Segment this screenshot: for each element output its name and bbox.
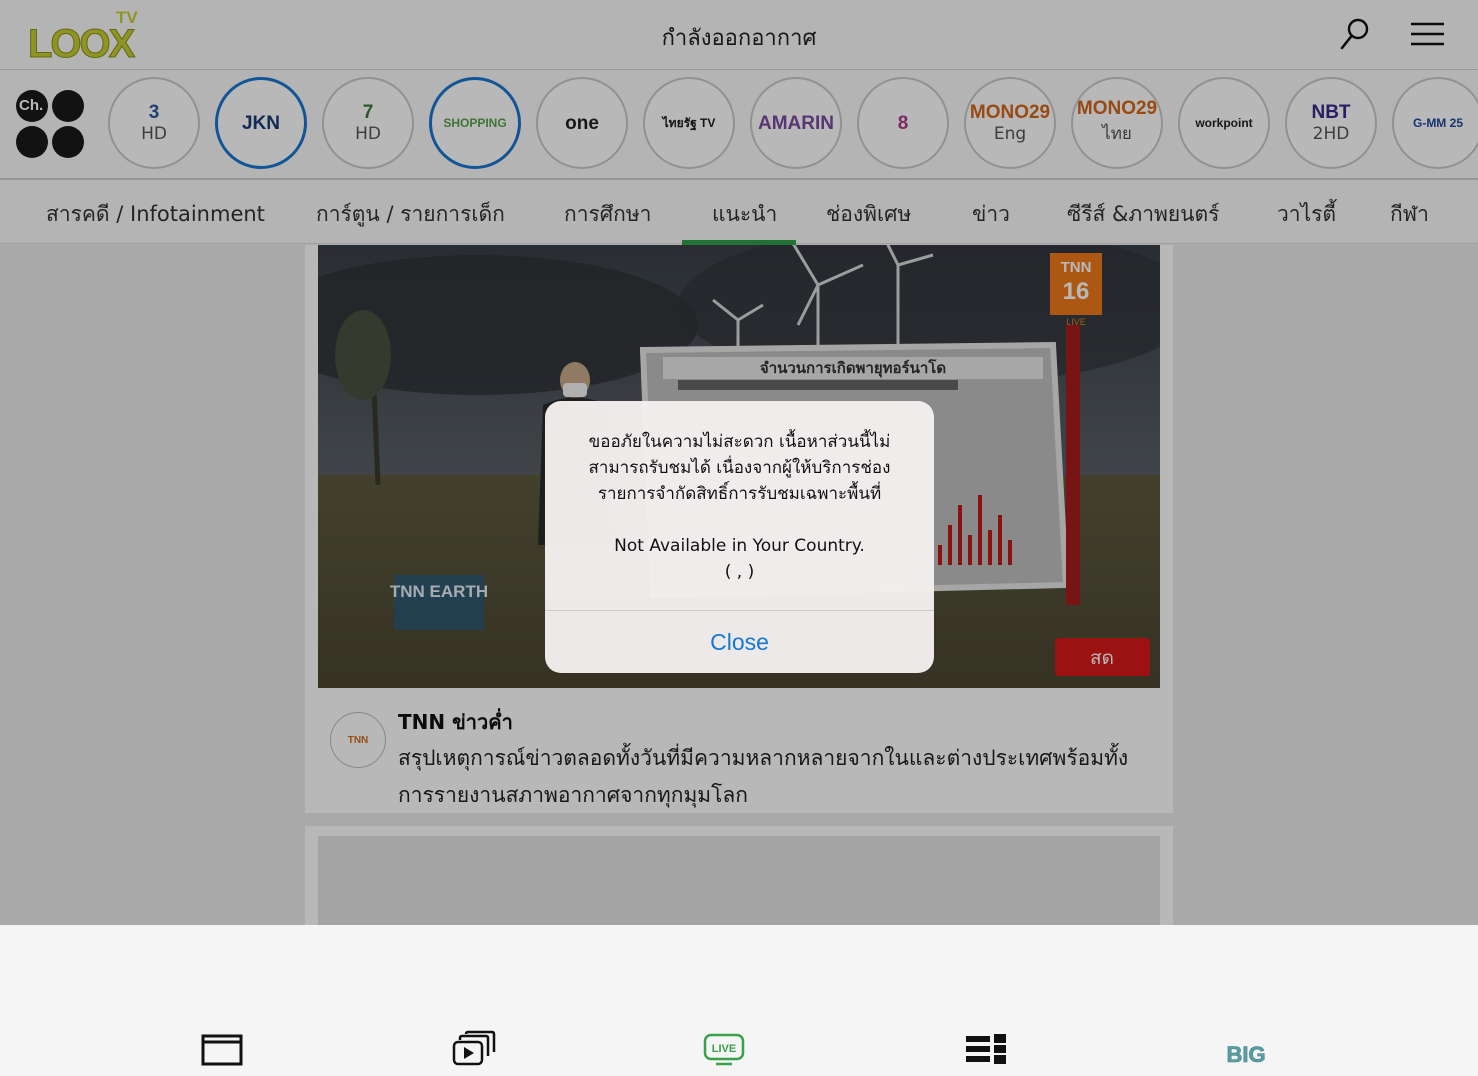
window-icon[interactable]: [200, 1030, 244, 1070]
close-button[interactable]: Close: [545, 611, 934, 673]
big-icon[interactable]: BIG: [1224, 1030, 1268, 1070]
alert-sub-message: Not Available in Your Country. ( , ): [565, 533, 914, 585]
video-playlist-icon[interactable]: [452, 1030, 496, 1070]
alert-country-line: Not Available in Your Country.: [614, 536, 865, 556]
alert-code-line: ( , ): [724, 562, 755, 582]
big-tab-label: BIG: [1226, 1042, 1265, 1067]
geo-restriction-alert: ขออภัยในความไม่สะดวก เนื้อหาส่วนนี้ไม่สา…: [545, 401, 934, 673]
live-tv-icon[interactable]: LIVE: [702, 1030, 746, 1070]
alert-message: ขออภัยในความไม่สะดวก เนื้อหาส่วนนี้ไม่สา…: [588, 432, 891, 504]
live-tab-label: LIVE: [712, 1043, 736, 1055]
list-grid-icon[interactable]: [964, 1030, 1008, 1070]
